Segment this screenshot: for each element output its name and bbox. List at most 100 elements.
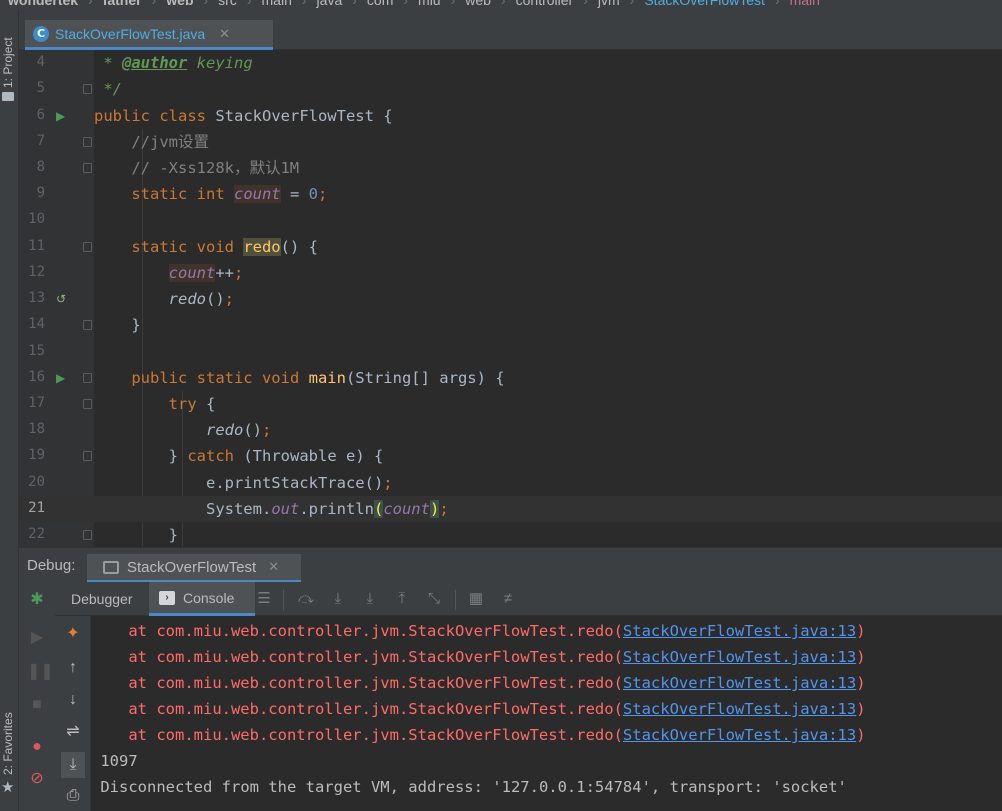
fold-marker[interactable] xyxy=(83,530,92,540)
step-out-icon[interactable]: ⤒ xyxy=(393,590,411,608)
down-arrow-icon[interactable]: ↓ xyxy=(63,690,83,710)
debug-session-tab[interactable]: StackOverFlowTest ✕ xyxy=(87,554,301,583)
code-line: //jvm设置 xyxy=(94,133,209,151)
pause-icon[interactable]: ❚❚ xyxy=(27,662,54,682)
code-line: try { xyxy=(168,395,216,413)
breadcrumb-item[interactable]: miu xyxy=(418,0,441,8)
close-icon[interactable]: ✕ xyxy=(219,26,230,42)
breadcrumb-item[interactable]: wondertek xyxy=(8,0,78,8)
tab-debugger[interactable]: Debugger xyxy=(61,582,143,616)
code-line: * @author keying xyxy=(94,54,253,72)
left-tool-stripe: 1: Project 2: Favorites ★ xyxy=(0,0,19,811)
step-into-icon[interactable]: ⤓ xyxy=(361,590,379,608)
star-icon: ★ xyxy=(1,779,15,796)
breadcrumb-item[interactable]: main xyxy=(790,0,820,8)
code-line: } catch (Throwable e) { xyxy=(168,447,384,465)
code-line: static int count = 0; xyxy=(94,185,328,203)
stack-trace-line: at com.miu.web.controller.jvm.StackOverF… xyxy=(128,726,866,744)
breadcrumb-item[interactable]: father xyxy=(103,0,142,8)
resume-icon[interactable]: ▶ xyxy=(27,628,47,648)
stack-trace-line: at com.miu.web.controller.jvm.StackOverF… xyxy=(128,648,866,666)
menu-icon[interactable]: ☰ xyxy=(255,590,273,608)
breadcrumb-item[interactable]: controller xyxy=(516,0,574,8)
fold-marker[interactable] xyxy=(83,399,92,409)
fold-marker[interactable] xyxy=(83,451,92,461)
fold-marker[interactable] xyxy=(83,137,92,147)
fold-marker[interactable] xyxy=(83,373,92,383)
breadcrumb-item[interactable]: jvm xyxy=(598,0,620,8)
code-line: public class StackOverFlowTest { xyxy=(94,107,393,125)
line-number: 12 xyxy=(28,264,45,280)
editor-tab[interactable]: C StackOverFlowTest.java ✕ xyxy=(25,20,273,50)
stop-icon[interactable]: ■ xyxy=(27,695,47,715)
breadcrumb-item[interactable]: java xyxy=(317,0,343,8)
stack-trace-line: at com.miu.web.controller.jvm.StackOverF… xyxy=(128,674,866,692)
line-number: 9 xyxy=(36,185,45,201)
threads-icon[interactable]: ✦ xyxy=(63,624,83,644)
line-number: 10 xyxy=(28,211,45,227)
code-line: } xyxy=(94,316,141,334)
source-link[interactable]: StackOverFlowTest.java:13 xyxy=(623,648,856,666)
code-line: // -Xss128k，默认1M xyxy=(94,159,300,177)
fold-marker[interactable] xyxy=(83,320,92,330)
fold-marker[interactable] xyxy=(83,242,92,252)
evaluate-expression-icon[interactable]: ▦ xyxy=(467,590,485,608)
console-output[interactable]: at com.miu.web.controller.jvm.StackOverF… xyxy=(91,616,1002,811)
output-line: Disconnected from the target VM, address… xyxy=(100,778,847,796)
fold-marker[interactable] xyxy=(83,84,92,94)
debug-panel-header: Debug: StackOverFlowTest ✕ xyxy=(19,547,1002,583)
view-breakpoints-icon[interactable]: ● xyxy=(27,737,47,757)
step-over-icon[interactable]: ⤓ xyxy=(329,590,347,608)
run-to-cursor-icon[interactable]: ⤡ xyxy=(425,590,443,608)
line-number: 4 xyxy=(36,54,45,70)
code-line: */ xyxy=(94,80,122,98)
line-number: 5 xyxy=(36,80,45,96)
run-icon[interactable]: ▶ xyxy=(56,109,65,123)
breadcrumb-item[interactable]: com xyxy=(367,0,393,8)
breadcrumb-item[interactable]: StackOverFlowTest xyxy=(644,0,765,8)
code-line: e.printStackTrace(); xyxy=(205,474,393,492)
run-icon[interactable]: ▶ xyxy=(56,371,65,385)
mute-breakpoints-icon[interactable]: ⊘ xyxy=(27,769,47,789)
code-editor[interactable]: 4 5 6 ▶ 7 8 9 10 11 12 13 ↺ 14 15 16 ▶ 17 1… xyxy=(19,50,1002,547)
breadcrumb-item[interactable]: main xyxy=(262,0,292,8)
scroll-to-end-icon[interactable]: ⤓ xyxy=(61,752,85,778)
up-arrow-icon[interactable]: ↑ xyxy=(63,658,83,678)
line-number: 7 xyxy=(36,133,45,149)
fold-marker[interactable] xyxy=(83,163,92,173)
soft-wrap-icon[interactable]: ⇌ xyxy=(63,722,83,742)
line-number: 11 xyxy=(28,238,45,254)
bug-icon[interactable]: ✱ xyxy=(27,590,47,610)
debug-label: Debug: xyxy=(27,557,76,574)
show-execution-point-icon[interactable]: ⤼ xyxy=(297,590,315,608)
tab-console[interactable]: › Console xyxy=(149,582,255,616)
line-number: 19 xyxy=(28,447,45,463)
console-icon: › xyxy=(159,590,175,605)
debug-session-title: StackOverFlowTest xyxy=(127,558,257,576)
stack-trace-line: at com.miu.web.controller.jvm.StackOverF… xyxy=(128,622,866,640)
source-link[interactable]: StackOverFlowTest.java:13 xyxy=(623,700,856,718)
breadcrumb-item[interactable]: src xyxy=(218,0,237,8)
line-number: 17 xyxy=(28,395,45,411)
line-number: 8 xyxy=(36,159,45,175)
code-line: count++; xyxy=(168,264,244,282)
line-number: 18 xyxy=(28,421,45,437)
close-icon[interactable]: ✕ xyxy=(268,559,279,575)
trace-icon[interactable]: ≠ xyxy=(499,590,517,608)
stack-trace-line: at com.miu.web.controller.jvm.StackOverF… xyxy=(128,700,866,718)
print-icon[interactable]: ⎙ xyxy=(63,786,83,806)
console-window-icon xyxy=(103,560,119,574)
code-line: public static void main(String[] args) { xyxy=(94,369,505,387)
source-link[interactable]: StackOverFlowTest.java:13 xyxy=(623,674,856,692)
line-gutter: 4 5 6 ▶ 7 8 9 10 11 12 13 ↺ 14 15 16 ▶ 17 1… xyxy=(19,50,94,547)
source-link[interactable]: StackOverFlowTest.java:13 xyxy=(623,622,856,640)
code-line: static void redo() { xyxy=(94,238,318,256)
breadcrumb: wondertek › father › web › src › main › java ›… xyxy=(0,0,1002,10)
line-number: 20 xyxy=(28,474,45,490)
source-link[interactable]: StackOverFlowTest.java:13 xyxy=(623,726,856,744)
output-line: 1097 xyxy=(100,752,138,770)
breadcrumb-item[interactable]: web xyxy=(465,0,491,8)
breadcrumb-item[interactable]: web xyxy=(166,0,193,8)
